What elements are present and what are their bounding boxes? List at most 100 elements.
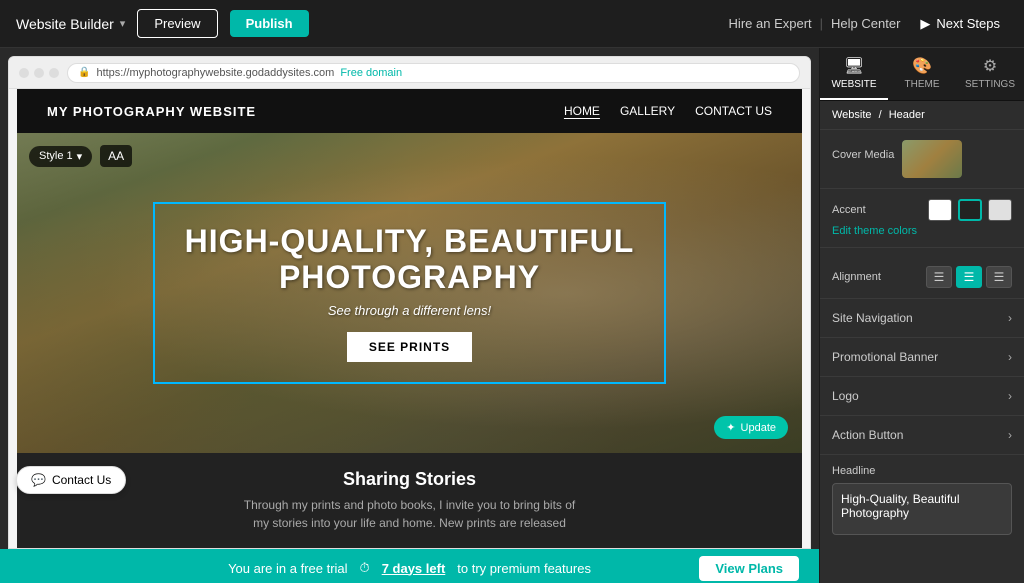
publish-button[interactable]: Publish: [230, 10, 309, 37]
accent-row: Accent: [832, 199, 1012, 221]
hero-cta-button[interactable]: SEE PRINTS: [347, 332, 472, 362]
action-button-chevron: ›: [1008, 428, 1012, 442]
headline-section: Headline High-Quality, Beautiful Photogr…: [820, 455, 1024, 550]
free-domain-link[interactable]: Free domain: [340, 67, 402, 79]
next-steps-icon: ▶: [920, 16, 930, 32]
logo-label: Logo: [832, 389, 859, 403]
breadcrumb-root[interactable]: Website: [832, 109, 872, 121]
update-badge[interactable]: ✦ Update: [714, 416, 788, 439]
align-center-button[interactable]: ☰: [956, 266, 982, 288]
accent-label: Accent: [832, 204, 866, 216]
address-bar[interactable]: 🔒 https://myphotographywebsite.godaddysi…: [67, 63, 800, 83]
edit-theme-link[interactable]: Edit theme colors: [832, 225, 1012, 237]
site-nav: HOME GALLERY CONTACT US: [564, 104, 772, 118]
view-plans-button[interactable]: View Plans: [699, 556, 799, 581]
promotional-banner-chevron: ›: [1008, 350, 1012, 364]
settings-tab-icon: ⚙: [983, 56, 997, 76]
url-text: https://myphotographywebsite.godaddysite…: [96, 67, 334, 79]
hero-title-line1: HIGH-QUALITY, BEAUTIFUL: [185, 223, 635, 259]
right-panel: 🖥 WEBSITE 🎨 THEME ⚙ SETTINGS Website / H…: [819, 48, 1024, 583]
action-button-row[interactable]: Action Button ›: [820, 416, 1024, 455]
tab-website[interactable]: 🖥 WEBSITE: [820, 48, 888, 100]
trial-bar: You are in a free trial ⏱ 7 days left to…: [0, 549, 819, 583]
cover-media-image: [902, 140, 962, 178]
hero-title-line2: PHOTOGRAPHY: [279, 259, 540, 295]
site-navigation-chevron: ›: [1008, 311, 1012, 325]
alignment-label: Alignment: [832, 271, 881, 283]
cover-media-label: Cover Media: [832, 149, 894, 161]
nav-home[interactable]: HOME: [564, 104, 600, 118]
browser-toolbar: 🔒 https://myphotographywebsite.godaddysi…: [9, 57, 810, 89]
theme-tab-icon: 🎨: [912, 56, 932, 76]
brand-chevron: ▾: [120, 17, 126, 30]
trial-suffix: to try premium features: [457, 561, 591, 576]
headline-label: Headline: [832, 465, 1012, 477]
promotional-banner-label: Promotional Banner: [832, 350, 938, 364]
breadcrumb-separator: /: [879, 109, 882, 121]
top-links: Hire an Expert | Help Center: [729, 16, 901, 31]
below-fold: Sharing Stories Through my prints and ph…: [17, 453, 802, 548]
separator: |: [820, 16, 823, 31]
breadcrumb: Website / Header: [820, 101, 1024, 130]
theme-tab-label: THEME: [905, 79, 940, 90]
below-fold-text: Through my prints and photo books, I inv…: [47, 496, 772, 532]
website-tab-icon: 🖥: [844, 56, 864, 76]
canvas-area: 🔒 https://myphotographywebsite.godaddysi…: [0, 48, 819, 583]
website-tab-label: WEBSITE: [831, 79, 876, 90]
update-label: Update: [741, 422, 776, 434]
tab-theme[interactable]: 🎨 THEME: [888, 48, 956, 100]
nav-contact[interactable]: CONTACT US: [695, 104, 772, 118]
canvas-wrapper: 🔒 https://myphotographywebsite.godaddysi…: [0, 48, 819, 549]
cover-media-row: Cover Media: [832, 140, 1012, 178]
accent-swatches: [928, 199, 1012, 221]
accent-section: Accent Edit theme colors: [820, 189, 1024, 248]
panel-tabs: 🖥 WEBSITE 🎨 THEME ⚙ SETTINGS: [820, 48, 1024, 101]
hero-subtitle: See through a different lens!: [185, 303, 635, 318]
tab-settings[interactable]: ⚙ SETTINGS: [956, 48, 1024, 100]
dot-red: [19, 68, 29, 78]
cover-media-section: Cover Media: [820, 130, 1024, 189]
logo-row[interactable]: Logo ›: [820, 377, 1024, 416]
cover-media-thumbnail[interactable]: [902, 140, 962, 178]
settings-tab-label: SETTINGS: [965, 79, 1015, 90]
promotional-banner-row[interactable]: Promotional Banner ›: [820, 338, 1024, 377]
hero-selection-box: HIGH-QUALITY, BEAUTIFUL PHOTOGRAPHY See …: [153, 202, 667, 383]
logo-chevron: ›: [1008, 389, 1012, 403]
site-navigation-row[interactable]: Site Navigation ›: [820, 299, 1024, 338]
accent-swatch-gray[interactable]: [988, 199, 1012, 221]
site-logo: MY PHOTOGRAPHY WEBSITE: [47, 104, 256, 119]
action-button-label: Action Button: [832, 428, 903, 442]
brand-label: Website Builder: [16, 16, 114, 32]
clock-icon: ⏱: [360, 560, 370, 576]
nav-gallery[interactable]: GALLERY: [620, 104, 675, 118]
dot-green: [49, 68, 59, 78]
hero-title: HIGH-QUALITY, BEAUTIFUL PHOTOGRAPHY: [185, 224, 635, 294]
align-right-button[interactable]: ☰: [986, 266, 1012, 288]
breadcrumb-current: Header: [889, 109, 925, 121]
accent-swatch-black[interactable]: [958, 199, 982, 221]
site-header: MY PHOTOGRAPHY WEBSITE HOME GALLERY CONT…: [17, 89, 802, 133]
contact-icon: 💬: [31, 473, 46, 487]
accent-swatch-white[interactable]: [928, 199, 952, 221]
alignment-section: Alignment ☰ ☰ ☰: [820, 248, 1024, 299]
browser-dots: [19, 68, 59, 78]
contact-us-button[interactable]: 💬 Contact Us: [16, 466, 126, 494]
brand: Website Builder ▾: [16, 16, 125, 32]
next-steps-label: Next Steps: [936, 16, 1000, 31]
alignment-buttons: ☰ ☰ ☰: [926, 266, 1012, 288]
preview-button[interactable]: Preview: [137, 9, 217, 38]
update-icon: ✦: [726, 421, 735, 434]
days-left-link[interactable]: 7 days left: [382, 561, 446, 576]
align-left-button[interactable]: ☰: [926, 266, 952, 288]
help-center-link[interactable]: Help Center: [831, 16, 900, 31]
hero-section: Style 1 ▾ AA HIGH-QUALITY, BEAUTIFUL PHO…: [17, 133, 802, 453]
alignment-row: Alignment ☰ ☰ ☰: [832, 266, 1012, 288]
website-preview: MY PHOTOGRAPHY WEBSITE HOME GALLERY CONT…: [17, 89, 802, 548]
top-bar: Website Builder ▾ Preview Publish Hire a…: [0, 0, 1024, 48]
browser-chrome: 🔒 https://myphotographywebsite.godaddysi…: [8, 56, 811, 549]
trial-text: You are in a free trial: [228, 561, 347, 576]
next-steps-button[interactable]: ▶ Next Steps: [912, 12, 1008, 36]
headline-textarea[interactable]: High-Quality, Beautiful Photography: [832, 483, 1012, 535]
hire-expert-link[interactable]: Hire an Expert: [729, 16, 812, 31]
lock-icon: 🔒: [78, 67, 90, 78]
